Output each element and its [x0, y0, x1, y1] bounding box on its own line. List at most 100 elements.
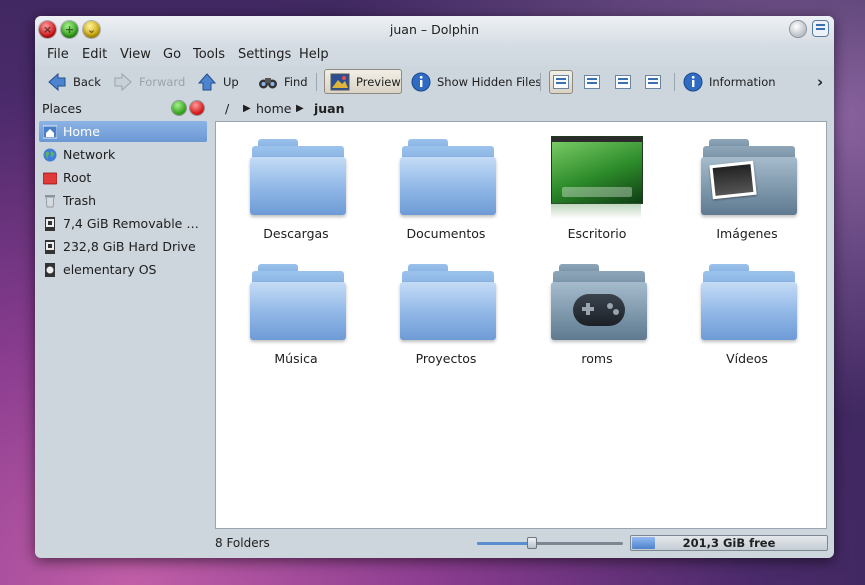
toolbar-separator — [540, 73, 541, 91]
columns-view-icon — [615, 75, 631, 89]
show-hidden-files-button[interactable]: Show Hidden Files — [411, 69, 541, 95]
menu-help[interactable]: Help — [299, 46, 329, 64]
removable-drive-icon — [45, 216, 55, 231]
icons-view-button[interactable] — [549, 70, 573, 94]
trash-icon — [45, 194, 55, 207]
folder-icon — [400, 139, 496, 219]
breadcrumb: / ▶ home ▶ juan — [215, 99, 827, 119]
back-arrow-icon — [48, 72, 66, 92]
place-label: elementary OS — [63, 262, 157, 277]
folder-icon — [250, 264, 346, 344]
network-globe-icon — [43, 148, 57, 161]
file-item[interactable]: Escritorio — [522, 122, 672, 242]
place-network[interactable]: Network — [39, 144, 207, 165]
zoom-slider[interactable] — [477, 537, 623, 549]
folder-icon — [701, 264, 797, 344]
binoculars-icon — [259, 78, 277, 89]
place-label: 232,8 GiB Hard Drive — [63, 239, 196, 254]
menu-tools[interactable]: Tools — [193, 46, 225, 64]
file-view[interactable]: Descargas Documentos Escritorio Imágenes… — [215, 121, 827, 529]
dolphin-window: juan – Dolphin × + ⌄ File Edit View Go T… — [35, 16, 834, 558]
forward-button[interactable]: Forward — [113, 69, 185, 95]
breadcrumb-root[interactable]: / — [225, 101, 229, 116]
places-panel-header: Places — [35, 99, 211, 119]
menu-settings[interactable]: Settings — [238, 46, 291, 64]
keep-above-button[interactable] — [790, 21, 806, 37]
file-item[interactable]: Vídeos — [672, 247, 822, 367]
status-text: 8 Folders — [215, 536, 270, 550]
forward-arrow-icon — [114, 72, 132, 92]
panel-close-button[interactable] — [190, 101, 204, 115]
maximize-window-button[interactable]: + — [61, 21, 78, 38]
menu-edit[interactable]: Edit — [82, 46, 107, 64]
file-item[interactable]: Documentos — [371, 122, 521, 242]
menu-file[interactable]: File — [47, 46, 69, 64]
toolbar-separator — [316, 73, 317, 91]
minimize-window-button[interactable]: ⌄ — [83, 21, 100, 38]
os-drive-icon — [45, 262, 55, 277]
up-button[interactable]: Up — [197, 69, 239, 95]
back-label: Back — [73, 75, 101, 89]
file-item[interactable]: Descargas — [221, 122, 371, 242]
panel-float-button[interactable] — [172, 101, 186, 115]
home-icon — [43, 125, 57, 138]
place-hard-drive[interactable]: 232,8 GiB Hard Drive — [39, 236, 207, 257]
place-trash[interactable]: Trash — [39, 190, 207, 211]
toolbar-overflow-button[interactable]: › — [817, 69, 823, 95]
preview-image-icon — [330, 73, 350, 90]
window-title: juan – Dolphin — [389, 22, 480, 37]
breadcrumb-home[interactable]: home — [256, 101, 291, 116]
breadcrumb-current[interactable]: juan — [314, 101, 345, 116]
details-view-button[interactable] — [580, 70, 604, 94]
toolbar-separator — [674, 73, 675, 91]
title-bar: juan – Dolphin × + ⌄ — [35, 16, 834, 44]
file-name: roms — [581, 351, 613, 366]
preview-label: Preview — [356, 74, 401, 89]
window-menu-button[interactable] — [813, 21, 828, 36]
menu-view[interactable]: View — [120, 46, 151, 64]
place-label: Network — [63, 147, 116, 162]
information-icon — [683, 72, 703, 92]
folder-icon — [400, 264, 496, 344]
close-window-button[interactable]: × — [39, 21, 56, 38]
file-item[interactable]: Imágenes — [672, 122, 822, 242]
place-removable-media[interactable]: 7,4 GiB Removable Me... — [39, 213, 207, 234]
up-arrow-icon — [197, 73, 217, 91]
place-elementary-os[interactable]: elementary OS — [39, 259, 207, 280]
status-bar: 8 Folders 201,3 GiB free — [215, 533, 828, 555]
free-space-text: 201,3 GiB free — [682, 536, 776, 550]
place-root[interactable]: Root — [39, 167, 207, 188]
details-view-icon — [584, 75, 600, 89]
menu-go[interactable]: Go — [163, 46, 181, 64]
zoom-slider-handle[interactable] — [527, 537, 538, 549]
place-home[interactable]: Home — [39, 121, 207, 142]
info-circle-icon — [411, 72, 431, 92]
place-label: Root — [63, 170, 92, 185]
information-button[interactable]: Information — [683, 69, 776, 95]
split-view-button[interactable] — [641, 70, 665, 94]
games-folder-icon — [551, 264, 647, 344]
places-title: Places — [42, 101, 82, 116]
file-name: Música — [274, 351, 318, 366]
hard-drive-icon — [45, 239, 55, 254]
columns-view-button[interactable] — [611, 70, 635, 94]
preview-toggle-button[interactable]: Preview — [324, 69, 402, 94]
desktop-preview-reflection — [551, 203, 641, 219]
file-item[interactable]: Música — [221, 247, 371, 367]
root-folder-icon — [43, 172, 57, 184]
menu-bar: File Edit View Go Tools Settings Help — [35, 44, 834, 66]
find-button[interactable]: Find — [258, 69, 308, 95]
main-toolbar: Back Forward Up Find Preview Show Hidden… — [35, 66, 834, 98]
file-item[interactable]: roms — [522, 247, 672, 367]
split-view-icon — [645, 75, 661, 89]
folder-icon — [250, 139, 346, 219]
place-label: Home — [63, 124, 100, 139]
file-name: Documentos — [406, 226, 486, 241]
breadcrumb-separator-icon: ▶ — [243, 103, 251, 114]
place-label: 7,4 GiB Removable Me... — [63, 216, 207, 231]
file-item[interactable]: Proyectos — [371, 247, 521, 367]
back-button[interactable]: Back — [47, 69, 101, 95]
information-label: Information — [709, 75, 776, 89]
forward-label: Forward — [139, 75, 186, 89]
place-label: Trash — [63, 193, 97, 208]
